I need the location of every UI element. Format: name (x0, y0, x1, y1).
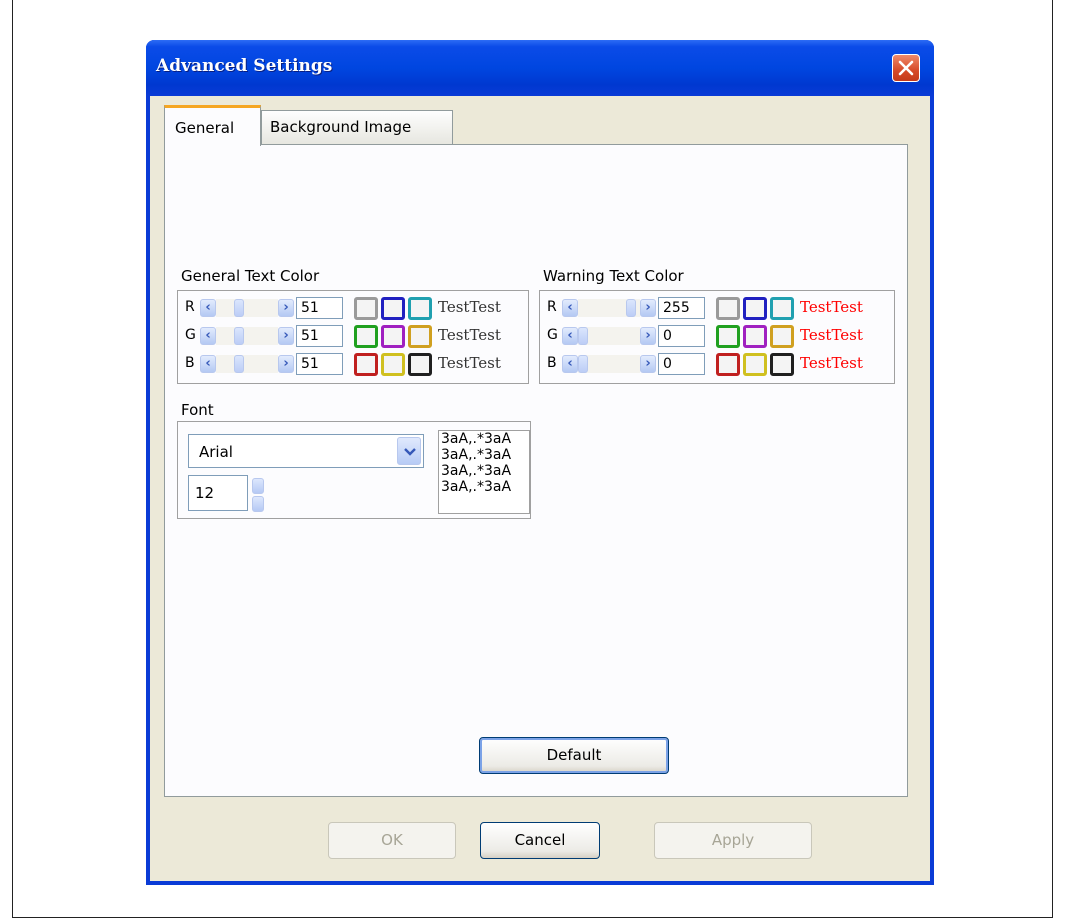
color-row-r: R ‹ › 51 TestTest (178, 295, 528, 321)
ok-button[interactable]: OK (328, 822, 456, 859)
color-sample-text: TestTest (438, 354, 501, 372)
default-button[interactable]: Default (479, 737, 669, 774)
channel-value-field[interactable]: 51 (296, 297, 343, 319)
warning-text-color-label: Warning Text Color (543, 267, 684, 285)
font-preview-line: 3aA,.*3aA (441, 447, 512, 463)
color-swatch[interactable] (743, 353, 767, 376)
color-sample-text: TestTest (800, 326, 863, 344)
scroll-left-button[interactable]: ‹ (562, 355, 578, 373)
font-size-down-button[interactable] (252, 496, 264, 512)
color-swatch[interactable] (743, 297, 767, 320)
scrollbar-thumb[interactable] (626, 299, 636, 317)
channel-label: B (547, 355, 557, 371)
scrollbar-track[interactable] (216, 327, 278, 345)
color-row-b: B ‹ › 51 TestTest (178, 351, 528, 377)
color-swatch[interactable] (770, 353, 794, 376)
color-swatch[interactable] (408, 353, 432, 376)
color-sample-text: TestTest (438, 298, 501, 316)
warning-text-color-group: R ‹ › 255 TestTest G ‹ › 0 TestTest B ‹ › 0 TestTest (539, 290, 895, 384)
color-swatch[interactable] (381, 297, 405, 320)
font-size-up-button[interactable] (252, 478, 264, 494)
dialog-title: Advanced Settings (156, 56, 333, 76)
close-button[interactable] (892, 54, 920, 82)
scroll-right-button[interactable]: › (278, 355, 294, 373)
color-swatch[interactable] (770, 325, 794, 348)
font-preview-line: 3aA,.*3aA (441, 479, 512, 495)
scrollbar-thumb[interactable] (234, 355, 244, 373)
apply-button[interactable]: Apply (654, 822, 812, 859)
scroll-right-button[interactable]: › (640, 299, 656, 317)
title-bar[interactable]: Advanced Settings (146, 40, 934, 96)
color-row-g: G ‹ › 51 TestTest (178, 323, 528, 349)
channel-label: B (185, 355, 195, 371)
general-text-color-group: R ‹ › 51 TestTest G ‹ › 51 TestTest B ‹ › 51 TestTest (177, 290, 529, 384)
channel-value-field[interactable]: 255 (658, 297, 705, 319)
color-swatch[interactable] (408, 325, 432, 348)
font-preview-line: 3aA,.*3aA (441, 431, 512, 447)
color-swatch[interactable] (408, 297, 432, 320)
color-swatch[interactable] (743, 325, 767, 348)
font-family-select[interactable]: Arial (188, 434, 424, 468)
font-preview: 3aA,.*3aA 3aA,.*3aA 3aA,.*3aA 3aA,.*3aA (438, 430, 530, 514)
color-swatch[interactable] (381, 325, 405, 348)
font-preview-line: 3aA,.*3aA (441, 463, 512, 479)
channel-value-field[interactable]: 0 (658, 325, 705, 347)
color-row-b: B ‹ › 0 TestTest (540, 351, 894, 377)
tab-general[interactable]: General (164, 105, 261, 146)
channel-label: G (547, 327, 558, 343)
color-row-r: R ‹ › 255 TestTest (540, 295, 894, 321)
general-text-color-label: General Text Color (181, 267, 320, 285)
channel-label: R (547, 299, 557, 315)
scrollbar-thumb[interactable] (578, 327, 588, 345)
chevron-down-icon (404, 448, 416, 456)
color-swatch[interactable] (716, 297, 740, 320)
color-swatch[interactable] (354, 353, 378, 376)
channel-value-field[interactable]: 51 (296, 353, 343, 375)
color-swatch[interactable] (716, 325, 740, 348)
color-row-g: G ‹ › 0 TestTest (540, 323, 894, 349)
color-sample-text: TestTest (438, 326, 501, 344)
font-group: Arial 12 3aA,.*3aA 3aA,.*3aA 3aA,.*3aA 3… (177, 421, 531, 519)
channel-label: G (185, 327, 196, 343)
font-label: Font (181, 401, 214, 419)
scrollbar-track[interactable] (216, 299, 278, 317)
dialog-client-area: Background Image General General Text Co… (150, 96, 930, 881)
scroll-left-button[interactable]: ‹ (200, 327, 216, 345)
cancel-button[interactable]: Cancel (480, 822, 600, 859)
tab-label: General (175, 119, 235, 137)
scrollbar-thumb[interactable] (578, 355, 588, 373)
advanced-settings-dialog: Advanced Settings Background Image Gener… (146, 40, 934, 885)
scroll-left-button[interactable]: ‹ (562, 299, 578, 317)
color-sample-text: TestTest (800, 354, 863, 372)
scroll-right-button[interactable]: › (278, 299, 294, 317)
color-swatch[interactable] (716, 353, 740, 376)
scrollbar-thumb[interactable] (234, 299, 244, 317)
scrollbar-track[interactable] (216, 355, 278, 373)
scroll-left-button[interactable]: ‹ (200, 299, 216, 317)
scrollbar-thumb[interactable] (234, 327, 244, 345)
channel-value-field[interactable]: 51 (296, 325, 343, 347)
scroll-right-button[interactable]: › (640, 327, 656, 345)
channel-value-field[interactable]: 0 (658, 353, 705, 375)
tab-label: Background Image (270, 118, 412, 136)
color-swatch[interactable] (354, 297, 378, 320)
scroll-left-button[interactable]: ‹ (200, 355, 216, 373)
tab-background-image[interactable]: Background Image (261, 110, 453, 145)
color-swatch[interactable] (381, 353, 405, 376)
scroll-left-button[interactable]: ‹ (562, 327, 578, 345)
font-size-field[interactable]: 12 (188, 475, 248, 511)
color-swatch[interactable] (354, 325, 378, 348)
scroll-right-button[interactable]: › (640, 355, 656, 373)
channel-label: R (185, 299, 195, 315)
font-family-value: Arial (199, 443, 233, 461)
color-sample-text: TestTest (800, 298, 863, 316)
dropdown-button[interactable] (397, 437, 421, 465)
general-tab-panel: General Text Color R ‹ › 51 TestTest G ‹ › 51 Tes… (164, 144, 908, 797)
close-icon (898, 60, 914, 76)
scroll-right-button[interactable]: › (278, 327, 294, 345)
color-swatch[interactable] (770, 297, 794, 320)
